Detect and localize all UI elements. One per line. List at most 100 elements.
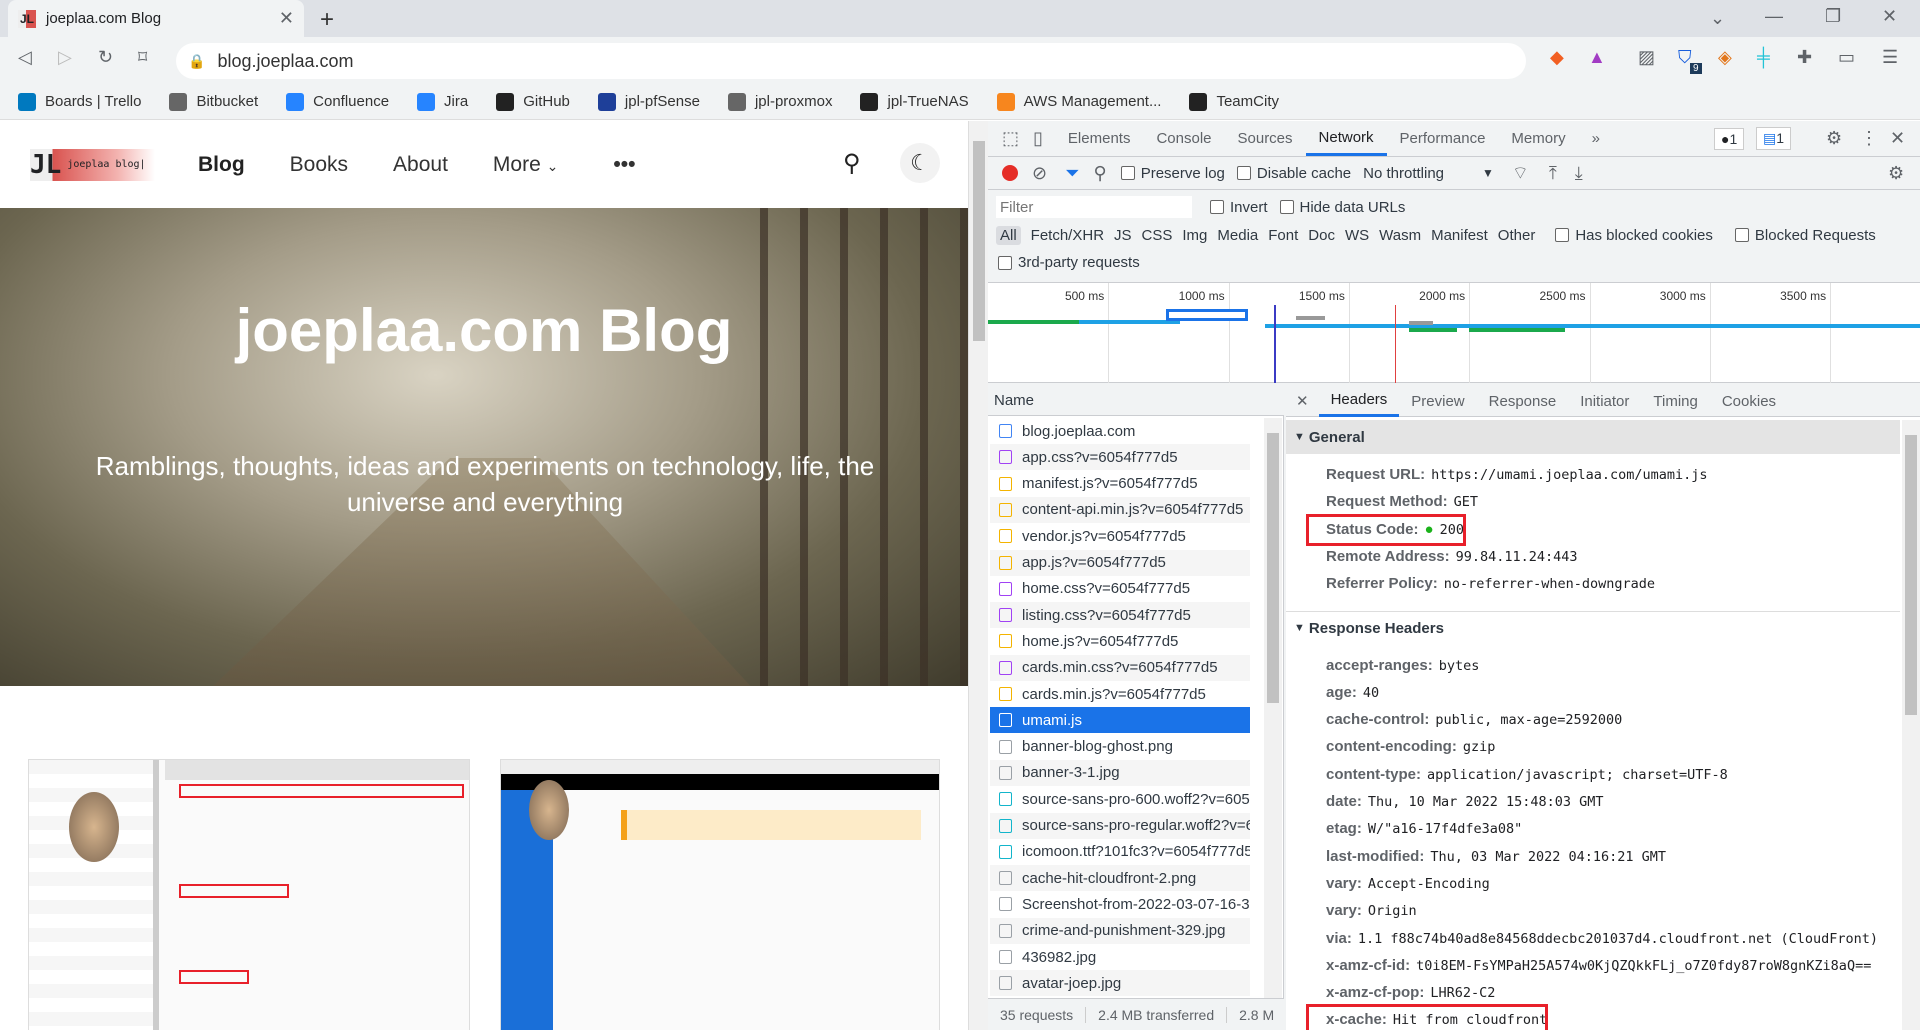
has-blocked-cookies-checkbox[interactable]: Has blocked cookies [1555, 227, 1713, 244]
network-conditions-icon[interactable]: ⌔ [1512, 162, 1529, 185]
request-row[interactable]: source-sans-pro-regular.woff2?v=60 [990, 812, 1250, 839]
url-text[interactable]: blog.joeplaa.com [217, 51, 353, 72]
devtools-tab-elements[interactable]: Elements [1055, 122, 1144, 156]
more-menu-button[interactable]: ••• [613, 153, 635, 177]
detail-tab-preview[interactable]: Preview [1399, 386, 1476, 417]
extension-icon[interactable]: ▨ [1638, 47, 1655, 68]
response_headers-section-header[interactable]: ▼ Response Headers [1286, 610, 1900, 645]
type-filter-manifest[interactable]: Manifest [1431, 227, 1488, 244]
nav-more[interactable]: More ⌄ [493, 153, 558, 177]
back-icon[interactable]: ◁ [18, 47, 32, 68]
type-filter-js[interactable]: JS [1114, 227, 1132, 244]
metamask-icon[interactable]: ◈ [1718, 47, 1732, 68]
filter-icon[interactable]: ⏷ [1065, 163, 1079, 184]
bookmark-item[interactable]: Bitbucket [169, 92, 258, 111]
request-row[interactable]: cache-hit-cloudfront-2.png [990, 865, 1250, 892]
devtools-tab-memory[interactable]: Memory [1498, 122, 1578, 156]
request-row[interactable]: umami.js [990, 707, 1250, 734]
brave-shield-icon[interactable]: ◆ [1550, 47, 1564, 68]
request-row[interactable]: home.css?v=6054f777d5 [990, 576, 1250, 602]
detail-tab-timing[interactable]: Timing [1641, 386, 1709, 417]
bookmark-item[interactable]: Confluence [286, 92, 389, 111]
request-row[interactable]: Screenshot-from-2022-03-07-16-33- [990, 891, 1250, 917]
wallet-icon[interactable]: ▭ [1838, 47, 1855, 68]
search-icon[interactable]: ⚲ [1094, 163, 1107, 184]
invert-checkbox[interactable]: Invert [1210, 199, 1268, 216]
nav-blog[interactable]: Blog [198, 153, 245, 177]
detail-tab-initiator[interactable]: Initiator [1568, 386, 1641, 417]
disable-cache-checkbox[interactable]: Disable cache [1236, 165, 1351, 182]
type-filter-doc[interactable]: Doc [1308, 227, 1335, 244]
close-details-icon[interactable]: ✕ [1296, 392, 1309, 410]
request-row[interactable]: 436982.jpg [990, 944, 1250, 970]
lock-icon[interactable]: 🔒 [188, 53, 205, 70]
type-filter-fetchxhr[interactable]: Fetch/XHR [1031, 227, 1104, 244]
third-party-checkbox[interactable]: 3rd-party requests [998, 254, 1140, 271]
type-filter-img[interactable]: Img [1182, 227, 1207, 244]
detail-tab-cookies[interactable]: Cookies [1710, 386, 1788, 417]
request-row[interactable]: cards.min.css?v=6054f777d5 [990, 654, 1250, 681]
name-column-header[interactable]: Name [988, 386, 1284, 416]
settings-gear-icon[interactable]: ⚙ [1826, 128, 1842, 149]
request-row[interactable]: app.js?v=6054f777d5 [990, 549, 1250, 576]
bookmark-item[interactable]: AWS Management... [996, 92, 1161, 111]
blocked-requests-checkbox[interactable]: Blocked Requests [1734, 227, 1876, 244]
nav-about[interactable]: About [393, 153, 448, 177]
type-filter-all[interactable]: All [996, 225, 1021, 245]
extension-cyan-icon[interactable]: ╪ [1757, 47, 1770, 68]
close-tab-icon[interactable]: ✕ [279, 8, 294, 29]
request-row[interactable]: crime-and-punishment-329.jpg [990, 917, 1250, 944]
clear-icon[interactable]: ⊘ [1032, 163, 1047, 184]
type-filter-ws[interactable]: WS [1345, 227, 1369, 244]
inspect-element-icon[interactable]: ⬚ [1002, 128, 1019, 149]
bookmark-item[interactable]: Jira [417, 92, 468, 111]
detail-tab-headers[interactable]: Headers [1318, 386, 1400, 417]
messages-badge[interactable]: ▤1 [1756, 127, 1792, 150]
search-icon[interactable]: ⚲ [843, 149, 861, 178]
forward-icon[interactable]: ▷ [58, 47, 72, 68]
nav-books[interactable]: Books [290, 153, 348, 177]
page-scrollbar[interactable] [968, 121, 988, 1030]
type-filter-other[interactable]: Other [1498, 227, 1536, 244]
bookmark-item[interactable]: TeamCity [1189, 92, 1279, 111]
devtools-tab-performance[interactable]: Performance [1387, 122, 1499, 156]
details-scrollbar[interactable] [1902, 420, 1920, 1030]
throttling-select[interactable]: No throttling ▼ [1363, 165, 1494, 182]
blog-logo[interactable]: JL joeplaa blog| [30, 148, 155, 181]
browser-tab[interactable]: JL joeplaa.com Blog ✕ [8, 0, 304, 37]
request-row[interactable]: icomoon.ttf?101fc3?v=6054f777d5 [990, 839, 1250, 865]
request-row[interactable]: source-sans-pro-600.woff2?v=6054f. [990, 786, 1250, 812]
request-row[interactable]: blog.joeplaa.com [990, 418, 1250, 444]
brave-rewards-icon[interactable]: ▲ [1588, 47, 1606, 68]
address-bar[interactable]: 🔒 blog.joeplaa.com [176, 43, 1526, 79]
bookmark-item[interactable]: GitHub [496, 92, 570, 111]
request-row[interactable]: content-api.min.js?v=6054f777d5 [990, 496, 1250, 523]
type-filter-css[interactable]: CSS [1142, 227, 1173, 244]
request-row[interactable]: home.js?v=6054f777d5 [990, 628, 1250, 654]
device-toolbar-icon[interactable]: ▯ [1033, 128, 1043, 149]
request-row[interactable]: vendor.js?v=6054f777d5 [990, 523, 1250, 549]
close-devtools-icon[interactable]: ✕ [1890, 128, 1905, 149]
more-tabs-button[interactable]: » [1579, 122, 1613, 156]
filter-input[interactable] [996, 196, 1192, 218]
request-row[interactable]: banner-blog-ghost.png [990, 734, 1250, 760]
devtools-tab-sources[interactable]: Sources [1225, 122, 1306, 156]
hide-data-urls-checkbox[interactable]: Hide data URLs [1279, 199, 1405, 216]
post-card-image[interactable] [28, 759, 470, 1030]
errors-badge[interactable]: ●1 [1714, 127, 1745, 150]
devtools-tab-console[interactable]: Console [1143, 122, 1224, 156]
request-row[interactable]: avatar-joep.jpg [990, 970, 1250, 997]
request-list-scrollbar[interactable] [1264, 418, 1282, 998]
type-filter-font[interactable]: Font [1268, 227, 1298, 244]
general-section-header[interactable]: ▼ General [1286, 420, 1900, 454]
new-tab-icon[interactable]: + [320, 6, 334, 34]
post-card-image[interactable] [500, 759, 940, 1030]
kebab-menu-icon[interactable]: ⋮ [1860, 128, 1878, 149]
bookmark-item[interactable]: jpl-pfSense [597, 92, 700, 111]
type-filter-wasm[interactable]: Wasm [1379, 227, 1421, 244]
extensions-puzzle-icon[interactable]: ✚ [1797, 47, 1812, 68]
request-row[interactable]: manifest.js?v=6054f777d5 [990, 471, 1250, 497]
request-row[interactable]: app.css?v=6054f777d5 [990, 444, 1250, 471]
tab-search-icon[interactable]: ⌄ [1710, 8, 1725, 29]
import-har-icon[interactable]: ⤒ [1549, 163, 1557, 184]
